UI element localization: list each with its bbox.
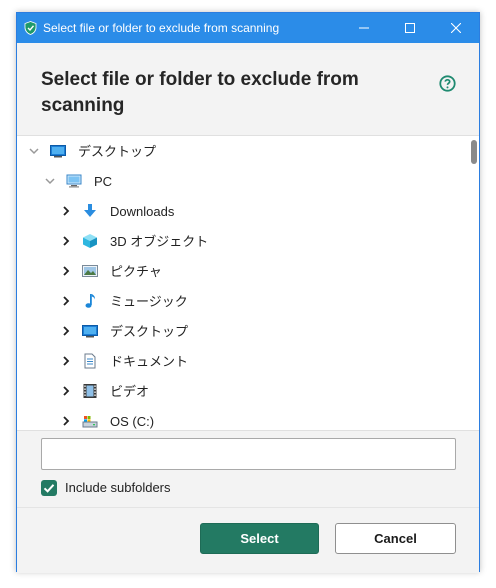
tree-node-label: ミュージック <box>110 294 188 309</box>
chevron-right-icon[interactable] <box>60 355 72 367</box>
chevron-right-icon[interactable] <box>60 415 72 427</box>
tree-node-label: OS (C:) <box>110 414 155 429</box>
tree-node[interactable]: PC <box>17 166 467 196</box>
tree-node[interactable]: ドキュメント <box>17 346 467 376</box>
maximize-button[interactable] <box>387 13 433 43</box>
tree-node-label: PC <box>94 174 113 189</box>
drive-icon <box>82 416 98 428</box>
close-button[interactable] <box>433 13 479 43</box>
tree-node[interactable]: OS (C:) <box>17 406 467 430</box>
download-arrow-icon <box>84 204 96 217</box>
maximize-icon <box>405 23 415 33</box>
desktop-icon <box>50 145 66 158</box>
tree-node[interactable]: デスクトップ <box>17 316 467 346</box>
dialog-footer: Select Cancel <box>17 507 479 573</box>
dialog-window: Select file or folder to exclude from sc… <box>16 12 480 573</box>
tree-node-label: ビデオ <box>110 384 150 399</box>
tree-node-label: 3D オブジェクト <box>110 234 209 249</box>
tree-node[interactable]: Downloads <box>17 196 467 226</box>
include-subfolders-checkbox[interactable] <box>41 480 57 496</box>
scrollbar-thumb[interactable] <box>471 140 477 164</box>
minimize-icon <box>359 27 369 29</box>
tree-node-label: デスクトップ <box>78 144 157 159</box>
chevron-down-icon[interactable] <box>28 145 40 157</box>
tree-node[interactable]: ミュージック <box>17 286 467 316</box>
chevron-right-icon[interactable] <box>60 385 72 397</box>
cube-3d-icon <box>83 234 97 248</box>
window-title: Select file or folder to exclude from sc… <box>43 21 280 35</box>
help-icon[interactable] <box>439 75 456 92</box>
title-bar[interactable]: Select file or folder to exclude from sc… <box>17 13 479 43</box>
chevron-right-icon[interactable] <box>60 325 72 337</box>
close-icon <box>451 23 461 33</box>
tree-node-label: ドキュメント <box>110 354 189 369</box>
tree-node[interactable]: ピクチャ <box>17 256 467 286</box>
chevron-right-icon[interactable] <box>60 295 72 307</box>
tree-node[interactable]: デスクトップ <box>17 136 467 166</box>
tree-node-label: ピクチャ <box>110 264 162 279</box>
tree-node-label: Downloads <box>110 204 175 219</box>
chevron-right-icon[interactable] <box>60 235 72 247</box>
tree-node[interactable]: ビデオ <box>17 376 467 406</box>
cancel-button[interactable]: Cancel <box>335 523 456 554</box>
checkmark-icon <box>43 484 55 493</box>
film-icon <box>83 384 97 398</box>
computer-icon <box>66 174 82 188</box>
tree-node[interactable]: 3D オブジェクト <box>17 226 467 256</box>
tree-node-label: デスクトップ <box>110 324 189 339</box>
music-note-icon <box>85 294 95 308</box>
folder-tree[interactable]: デスクトップ PC Downloads 3D オブジェクト ピクチャ ミュージッ… <box>17 135 479 431</box>
chevron-right-icon[interactable] <box>60 205 72 217</box>
chevron-down-icon[interactable] <box>44 175 56 187</box>
chevron-right-icon[interactable] <box>60 265 72 277</box>
pictures-icon <box>82 265 98 277</box>
select-button[interactable]: Select <box>200 523 319 554</box>
include-subfolders-label[interactable]: Include subfolders <box>65 480 171 496</box>
dialog-heading: Select file or folder to exclude from sc… <box>41 69 359 116</box>
dialog-header: Select file or folder to exclude from sc… <box>17 43 479 135</box>
tree-scrollbar[interactable] <box>471 140 477 426</box>
minimize-button[interactable] <box>341 13 387 43</box>
path-input[interactable] <box>41 438 456 470</box>
shield-icon <box>24 21 37 35</box>
document-icon <box>84 353 96 369</box>
desktop-icon <box>82 325 98 338</box>
